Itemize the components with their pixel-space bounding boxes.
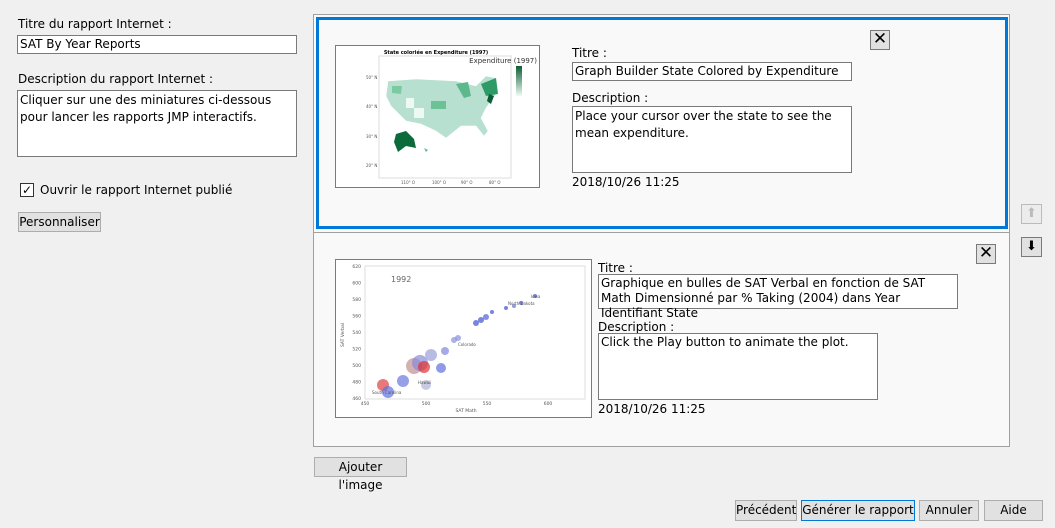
bubble-mark <box>455 335 461 341</box>
y-tick: 50° N <box>366 75 377 80</box>
item-title-label: Titre : <box>598 261 633 275</box>
arrow-down-icon: ⬇ <box>1026 239 1037 254</box>
help-button[interactable]: Aide <box>984 500 1043 521</box>
generate-report-button[interactable]: Générer le rapport <box>801 500 915 521</box>
point-label: South Carolina <box>372 390 402 395</box>
point-label: Iowa <box>531 294 541 299</box>
y-tick: 500 <box>352 363 361 369</box>
item-description-input[interactable]: Place your cursor over the state to see … <box>572 106 852 173</box>
report-item-selected[interactable]: State coloriée en Expenditure (1997) Exp… <box>316 17 1008 229</box>
item-title-input[interactable]: Graphique en bulles de SAT Verbal en fon… <box>598 274 958 320</box>
x-tick: 600 <box>544 401 553 407</box>
x-tick: 90° O <box>461 180 473 185</box>
add-image-button[interactable]: Ajouter l'image <box>314 457 407 492</box>
point-label: Colorado <box>458 342 476 347</box>
y-tick: 40° N <box>366 104 377 109</box>
report-title-input[interactable]: SAT By Year Reports <box>17 35 297 54</box>
bubble-mark <box>441 347 449 355</box>
y-tick: 480 <box>352 380 361 386</box>
x-tick: 500 <box>422 401 431 407</box>
point-label: North Dakota <box>508 301 535 306</box>
bubble-mark <box>478 317 484 323</box>
report-description-input[interactable]: Cliquer sur une des miniatures ci-dessou… <box>17 90 297 157</box>
x-tick: 110° O <box>401 180 415 185</box>
report-items-list: State coloriée en Expenditure (1997) Exp… <box>313 14 1010 447</box>
y-tick: 560 <box>352 314 361 320</box>
x-tick: 550 <box>483 401 492 407</box>
remove-item-button[interactable]: ✕ <box>976 244 996 264</box>
item-timestamp: 2018/10/26 11:25 <box>572 175 680 189</box>
thumb-xlabel: SAT Math <box>455 408 476 414</box>
customize-button[interactable]: Personnaliser <box>18 212 101 232</box>
item-title-input[interactable]: Graph Builder State Colored by Expenditu… <box>572 62 852 81</box>
bubble-mark <box>490 310 494 314</box>
previous-button[interactable]: Précédent <box>735 500 797 521</box>
y-tick: 20° N <box>366 163 377 168</box>
point-label: Hawaii <box>418 380 431 385</box>
bubble-mark <box>397 375 409 387</box>
y-tick: 540 <box>352 330 361 336</box>
bubble-mark <box>504 306 508 310</box>
bubble-mark <box>425 349 437 361</box>
thumb-title: State coloriée en Expenditure (1997) <box>384 49 488 56</box>
x-tick: 450 <box>361 401 370 407</box>
report-description-label: Description du rapport Internet : <box>18 72 214 86</box>
bubble-mark <box>483 314 489 320</box>
thumb-year: 1992 <box>391 275 411 284</box>
close-icon: ✕ <box>978 243 994 263</box>
y-tick: 580 <box>352 297 361 303</box>
y-tick: 30° N <box>366 134 377 139</box>
item-divider <box>314 232 1009 233</box>
map-thumbnail[interactable]: State coloriée en Expenditure (1997) Exp… <box>335 45 540 188</box>
bubble-mark <box>436 363 446 373</box>
item-description-label: Description : <box>572 91 649 105</box>
item-title-label: Titre : <box>572 46 607 60</box>
x-tick: 100° O <box>432 180 446 185</box>
y-tick: 600 <box>352 281 361 287</box>
item-timestamp: 2018/10/26 11:25 <box>598 402 706 416</box>
open-report-label: Ouvrir le rapport Internet publié <box>40 183 233 197</box>
y-tick: 520 <box>352 347 361 353</box>
thumb-ylabel: SAT Verbal <box>340 323 346 347</box>
move-up-button[interactable]: ⬆ <box>1021 204 1042 224</box>
item-description-input[interactable]: Click the Play button to animate the plo… <box>598 333 878 400</box>
item-description-label: Description : <box>598 320 675 334</box>
bubble-mark <box>418 361 430 373</box>
legend-title: Expenditure (1997) <box>469 57 537 65</box>
move-down-button[interactable]: ⬇ <box>1021 237 1042 257</box>
bubble-mark <box>473 320 479 326</box>
close-icon: ✕ <box>872 29 888 49</box>
arrow-up-icon: ⬆ <box>1026 206 1037 221</box>
open-report-checkbox[interactable]: ✓ <box>20 183 34 197</box>
y-tick: 620 <box>352 264 361 270</box>
remove-item-button[interactable]: ✕ <box>870 30 890 50</box>
report-title-label: Titre du rapport Internet : <box>18 17 172 31</box>
x-tick: 80° O <box>489 180 501 185</box>
bubble-thumbnail[interactable]: 1992 SAT Math SAT Verbal Iowa North Dako… <box>335 259 592 418</box>
cancel-button[interactable]: Annuler <box>919 500 979 521</box>
